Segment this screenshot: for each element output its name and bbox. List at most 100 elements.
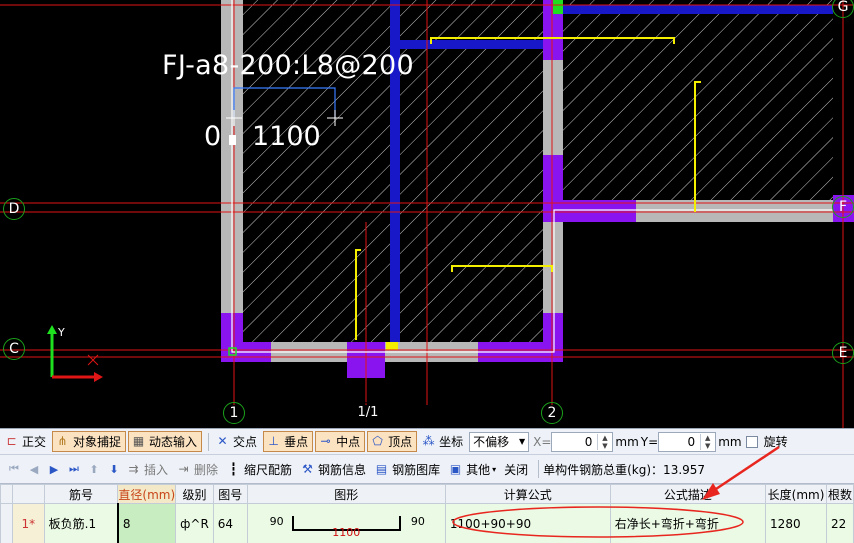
column-c2b	[543, 313, 563, 362]
last-record-icon[interactable]: ⏭	[64, 462, 84, 476]
header-count[interactable]: 根数	[825, 484, 854, 504]
rebar-info-button[interactable]: ⚒ 钢筋信息	[298, 459, 370, 480]
rebar-length-label[interactable]: 1100	[252, 121, 321, 152]
rotate-checkbox[interactable]	[745, 435, 758, 448]
header-formula[interactable]: 计算公式	[444, 484, 611, 504]
ucs-icon	[47, 325, 103, 382]
header-grade[interactable]: 级别	[175, 484, 214, 504]
beam-top-right	[563, 5, 833, 14]
cad-canvas[interactable]: FJ-a8-200:L8@200 0 1100 Y D C 1 1/1 2 G …	[0, 0, 854, 428]
axis-bubble-c: C	[3, 338, 25, 360]
intersection-snap-button[interactable]: ✕ 交点	[213, 431, 261, 452]
cell-length[interactable]: 1280	[765, 503, 827, 543]
shape-right-label: 90	[410, 515, 425, 528]
object-snap-button[interactable]: ⋔ 对象捕捉	[52, 431, 127, 452]
dynamic-input-button[interactable]: ▦ 动态输入	[128, 431, 203, 452]
perpendicular-icon: ⊥	[268, 434, 279, 448]
axis-bubble-1: 1	[223, 402, 245, 424]
cell-count[interactable]: 22	[825, 503, 854, 543]
slab-hatch-right	[563, 0, 833, 200]
header-description[interactable]: 公式描述	[609, 484, 767, 504]
header-length[interactable]: 长度(mm)	[765, 484, 827, 504]
ortho-button[interactable]: ⊏ 正交	[2, 431, 50, 452]
chevron-down-icon: ▾	[492, 464, 497, 474]
cell-description[interactable]: 右净长+弯折+弯折	[609, 503, 767, 543]
pentagon-icon: ⬠	[372, 434, 383, 448]
x-spinner-icon[interactable]: ▲ ▼	[597, 433, 611, 450]
shape-bar: 1100	[291, 516, 401, 539]
header-corner	[0, 484, 13, 504]
rebar-grid: 筋号 直径(mm) 级别 图号 图形 计算公式 公式描述 长度(mm) 根数 1…	[0, 484, 854, 543]
move-down-icon[interactable]: ⬇	[104, 463, 124, 476]
total-weight: 单构件钢筋总重(kg)：13.957	[543, 462, 706, 477]
rebar-spec-label[interactable]: FJ-a8-200:L8@200	[162, 50, 414, 81]
marker-yellow	[386, 342, 398, 350]
library-icon: ▤	[375, 461, 388, 476]
midpoint-snap-button[interactable]: ⊸ 中点	[315, 431, 366, 452]
cad-drawing	[0, 0, 854, 428]
cell-grade[interactable]: ф^R	[175, 503, 214, 543]
x-offset-input[interactable]: 0 ▲ ▼	[551, 431, 614, 452]
axis-bubble-f: F	[832, 196, 854, 218]
other-icon: ▣	[449, 461, 462, 476]
axis-bubble-1-1: 1/1	[355, 402, 381, 424]
axis-bubble-2: 2	[541, 402, 563, 424]
coordinate-snap-button[interactable]: ⁂ 坐标	[419, 431, 467, 452]
cell-bar-no[interactable]: 板负筋.1	[43, 503, 119, 543]
table-row[interactable]: 1* 板负筋.1 8 ф^R 64 90 1100 90 1100+90+90 …	[0, 503, 854, 543]
ucs-y-label: Y	[58, 326, 65, 339]
delete-button[interactable]: ⇥ 删除	[174, 459, 222, 480]
rebar-table: 筋号 直径(mm) 级别 图号 图形 计算公式 公式描述 长度(mm) 根数 1…	[0, 484, 854, 543]
axis-bubble-d: D	[3, 198, 25, 220]
shape-mid-label: 1100	[332, 526, 361, 539]
header-shape-no[interactable]: 图号	[212, 484, 248, 504]
coordinate-icon: ⁂	[422, 434, 435, 448]
prev-record-icon[interactable]: ◀	[24, 463, 44, 476]
info-icon: ⚒	[302, 461, 313, 476]
beam-top-h	[400, 40, 543, 49]
chevron-down-icon: ▼	[518, 437, 526, 446]
rebar-left-label[interactable]: 0	[204, 121, 221, 152]
y-offset-input[interactable]: 0 ▲ ▼	[658, 431, 717, 452]
header-diameter[interactable]: 直径(mm)	[117, 484, 177, 504]
header-shape[interactable]: 图形	[246, 484, 446, 504]
cell-formula[interactable]: 1100+90+90	[444, 503, 611, 543]
intersection-icon: ✕	[217, 434, 228, 448]
cell-diameter[interactable]: 8	[116, 503, 177, 543]
row-index[interactable]: 1*	[11, 503, 45, 543]
insert-icon: ⇉	[128, 461, 139, 476]
other-menu-button[interactable]: ▣ 其他 ▾	[446, 459, 500, 480]
delete-icon: ⇥	[178, 461, 189, 476]
offset-select[interactable]: 不偏移 ▼	[469, 431, 530, 452]
header-bar-no[interactable]: 筋号	[43, 484, 119, 504]
vertex-snap-button[interactable]: ⬠ 顶点	[367, 431, 418, 452]
shape-left-label: 90	[269, 515, 284, 528]
perpendicular-snap-button[interactable]: ⊥ 垂点	[263, 431, 314, 452]
cell-shape[interactable]: 90 1100 90	[246, 503, 446, 543]
ruler-icon: ┇	[229, 461, 238, 476]
header-index	[11, 484, 45, 504]
y-spinner-icon[interactable]: ▲ ▼	[700, 433, 714, 450]
ortho-icon: ⊏	[6, 434, 17, 448]
snap-toolbar: ⊏ 正交 ⋔ 对象捕捉 ▦ 动态输入 ✕ 交点 ⊥ 垂点 ⊸ 中点 ⬠ 顶点 ⁂…	[0, 428, 854, 455]
first-record-icon[interactable]: ⏮	[4, 462, 24, 476]
axis-bubble-e: E	[832, 342, 854, 364]
toolbar-separator	[538, 460, 540, 478]
rebar-library-button[interactable]: ▤ 钢筋图库	[372, 459, 444, 480]
toolbar-separator	[208, 432, 210, 451]
insert-button[interactable]: ⇉ 插入	[124, 459, 172, 480]
table-header-row: 筋号 直径(mm) 级别 图号 图形 计算公式 公式描述 长度(mm) 根数	[0, 484, 854, 504]
magnet-icon: ⋔	[57, 434, 68, 448]
next-record-icon[interactable]: ▶	[44, 463, 64, 476]
scale-rebar-button[interactable]: ┇ 缩尺配筋	[224, 459, 296, 480]
close-button[interactable]: 关闭	[502, 459, 532, 480]
midpoint-icon: ⊸	[320, 434, 331, 448]
grip-marker	[229, 135, 236, 145]
move-up-icon[interactable]: ⬆	[84, 463, 104, 476]
cell-shape-no[interactable]: 64	[212, 503, 248, 543]
rebar-shape-drawing: 90 1100 90	[252, 505, 441, 543]
row-corner	[0, 503, 13, 543]
beam-green-end	[553, 0, 563, 14]
keyboard-icon: ▦	[132, 434, 145, 448]
rebar-toolbar: ⏮ ◀ ▶ ⏭ ⬆ ⬇ ⇉ 插入 ⇥ 删除 ┇ 缩尺配筋 ⚒ 钢筋信息 ▤ 钢筋…	[0, 455, 854, 484]
